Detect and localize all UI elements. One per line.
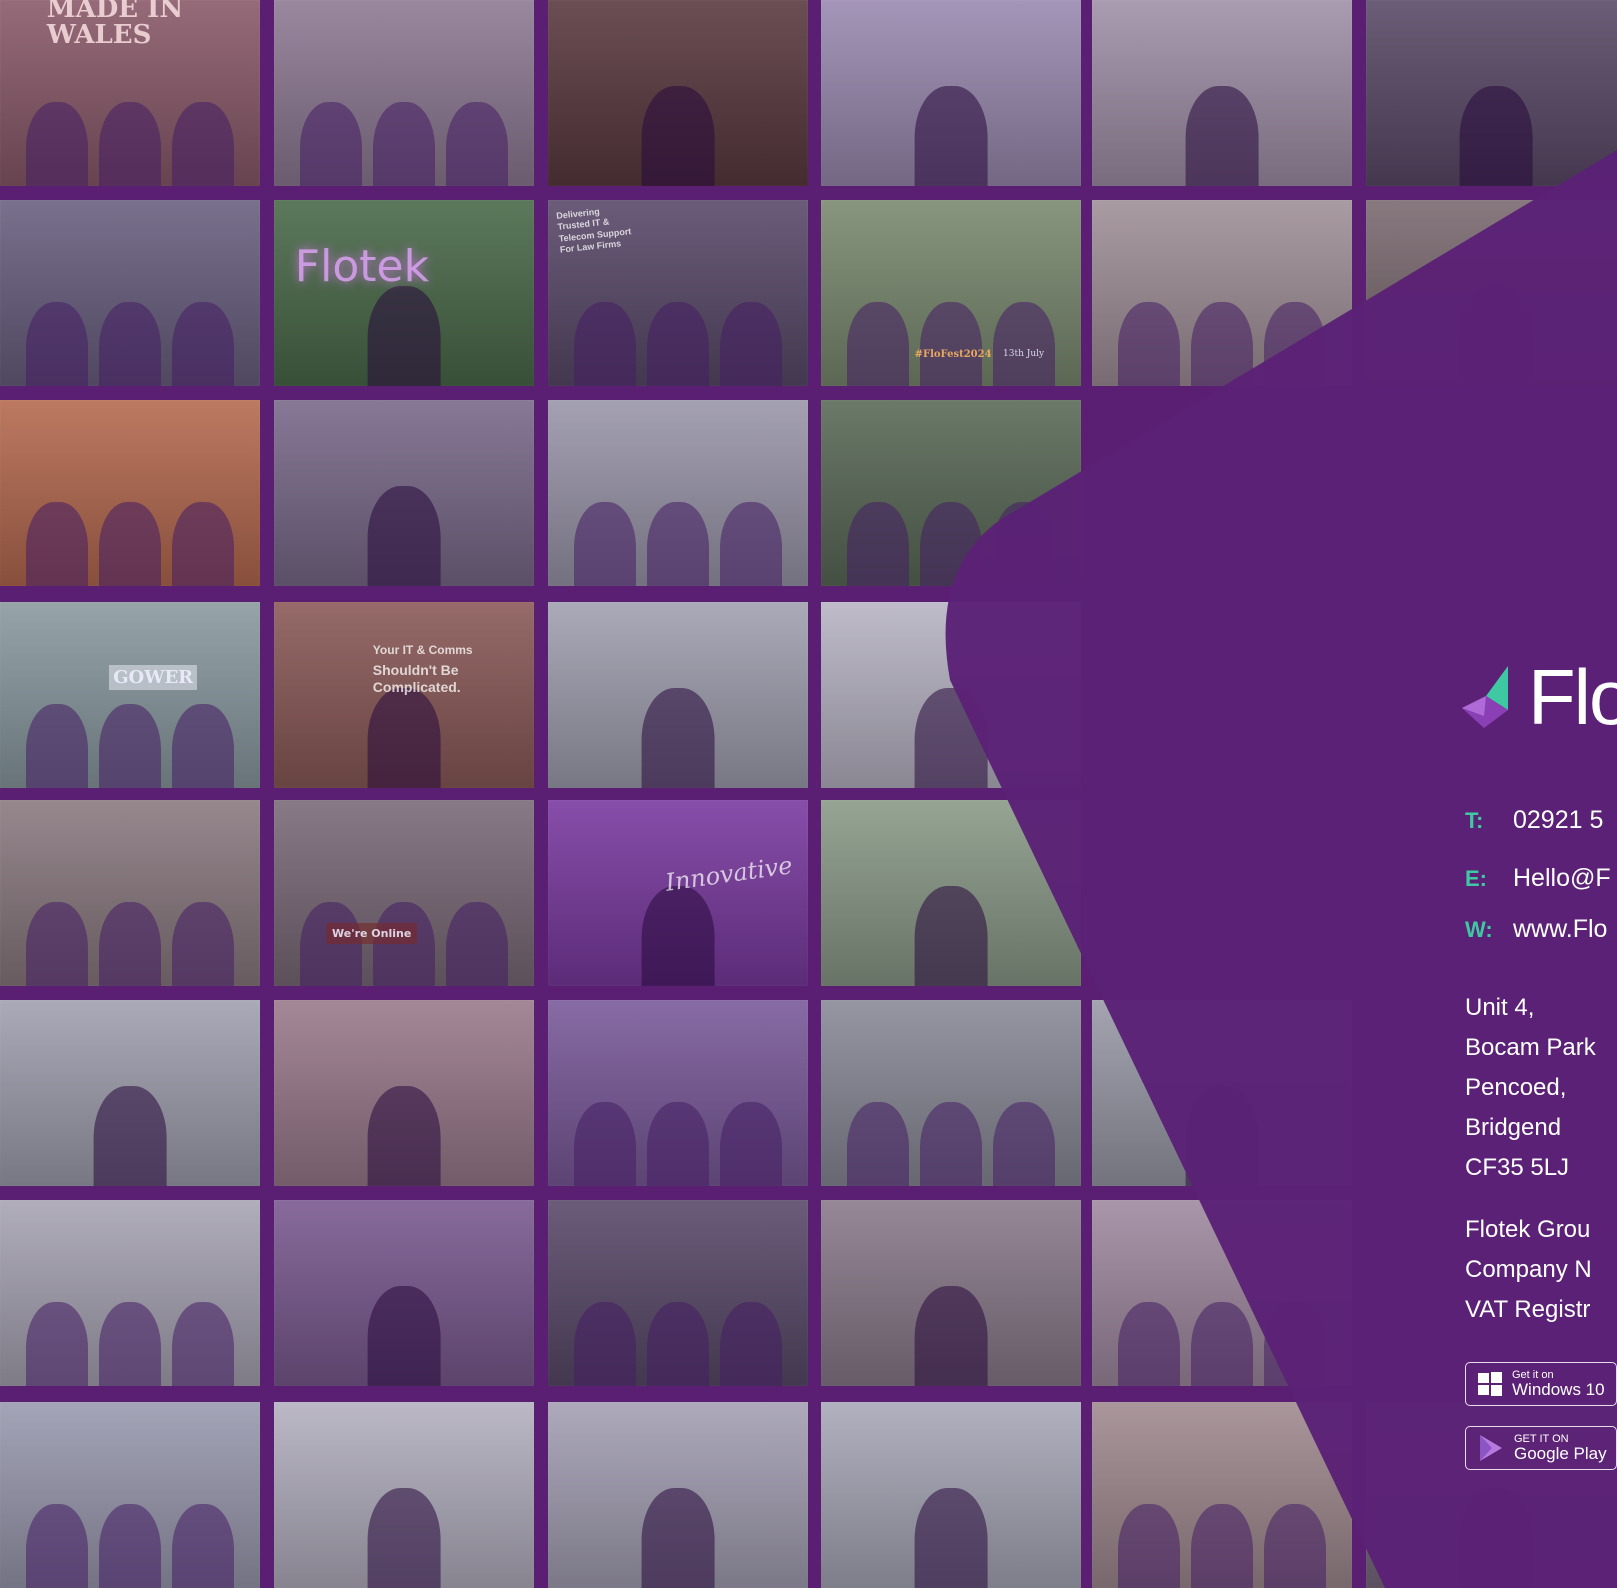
phone-row: T: 02921 5 xyxy=(1465,806,1603,835)
windows-badge-small: Get it on xyxy=(1512,1368,1554,1381)
website-label: W: xyxy=(1465,916,1493,942)
google-badge-text: GET IT ON Google Play xyxy=(1514,1433,1607,1464)
address-line: Pencoed, xyxy=(1465,1074,1567,1101)
address-line: Bocam Park xyxy=(1465,1034,1596,1061)
company-line: Company N xyxy=(1465,1256,1592,1283)
google-play-icon xyxy=(1480,1435,1502,1461)
windows-logo-icon xyxy=(1478,1372,1502,1396)
phone-value[interactable]: 02921 5 xyxy=(1513,806,1603,835)
contact-panel: Flo T: 02921 5 E: Hello@F W: www.Flo Uni… xyxy=(0,0,1617,1588)
company-line: VAT Registr xyxy=(1465,1296,1591,1323)
email-value[interactable]: Hello@F xyxy=(1513,864,1611,893)
google-badge-small: GET IT ON xyxy=(1514,1432,1569,1445)
phone-label: T: xyxy=(1465,807,1484,833)
address-line: Bridgend xyxy=(1465,1114,1562,1141)
company-line: Flotek Grou xyxy=(1465,1216,1591,1243)
flotek-logo: Flo xyxy=(1458,658,1617,736)
email-row: E: Hello@F xyxy=(1465,864,1611,893)
google-play-badge[interactable]: GET IT ON Google Play xyxy=(1465,1426,1617,1470)
address-line: Unit 4, xyxy=(1465,994,1535,1021)
email-label: E: xyxy=(1465,865,1487,891)
windows-store-badge[interactable]: Get it on Windows 10 xyxy=(1465,1362,1617,1406)
google-badge-big: Google Play xyxy=(1514,1443,1607,1463)
address-line: CF35 5LJ xyxy=(1465,1154,1570,1181)
windows-badge-text: Get it on Windows 10 xyxy=(1512,1369,1605,1400)
website-value[interactable]: www.Flo xyxy=(1513,915,1607,944)
flotek-logo-icon xyxy=(1462,666,1508,728)
logo-wordmark: Flo xyxy=(1528,653,1617,741)
website-row: W: www.Flo xyxy=(1465,915,1607,944)
windows-badge-big: Windows 10 xyxy=(1512,1379,1605,1399)
